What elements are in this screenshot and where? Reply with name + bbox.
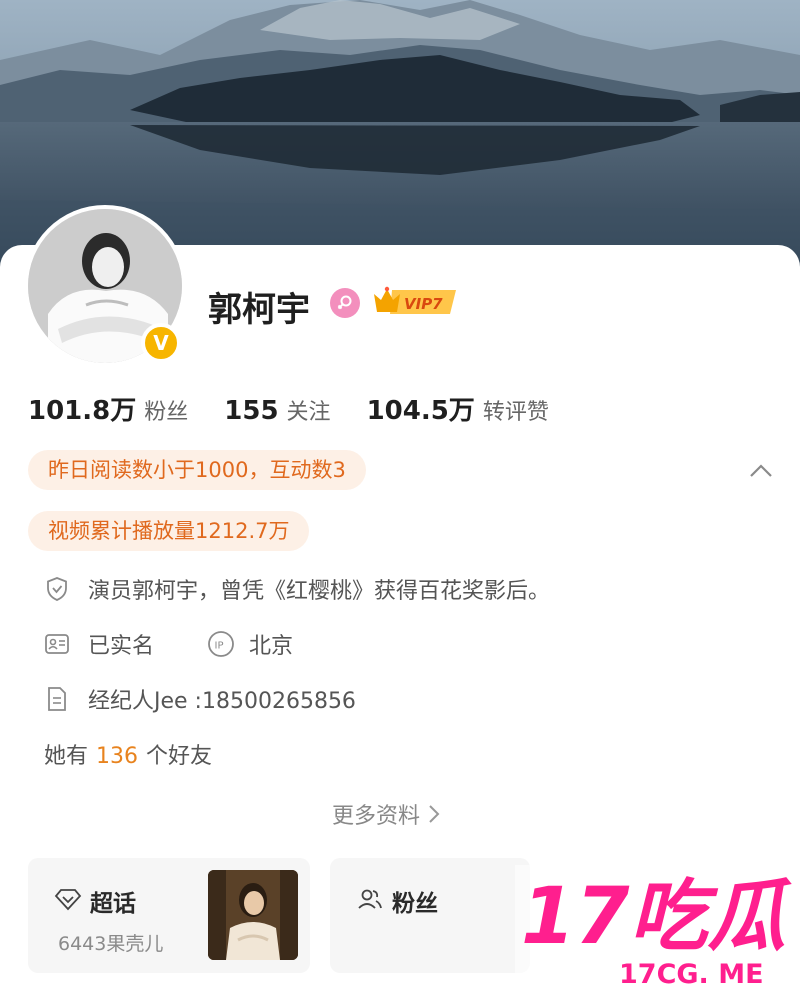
more-info-button[interactable]: 更多资料 [332,798,440,830]
fans-group-title: 粉丝 [392,891,438,917]
super-topic-thumbnail[interactable] [208,870,298,960]
friends-row[interactable]: 她有 136 个好友 [44,738,212,770]
chevron-right-icon [429,805,440,823]
watermark-url: 17CG. ME [619,959,764,990]
ip-location-text: 北京 [249,634,294,659]
profile-name: 郭柯宇 [208,290,310,330]
chevron-up-icon[interactable] [746,456,776,486]
video-stats-pill[interactable]: 视频累计播放量1212.7万 [28,511,310,551]
watermark: 17吃瓜 17CG. ME [515,865,800,995]
super-topic-tile[interactable]: 超话 6443果壳儿 [28,858,310,973]
watermark-brand: 17吃瓜 [521,872,793,962]
fans-group-tile[interactable]: 粉丝 [330,858,530,973]
friends-count[interactable]: 136 [96,744,138,769]
ip-location-row: IP 北京 [207,628,293,660]
verification-row: 演员郭柯宇，曾凭《红樱桃》获得百花奖影后。 [44,573,550,605]
vip-badge[interactable]: VIP7 [370,284,460,318]
agent-row: 经纪人Jee :18500265856 [44,683,356,715]
agent-text: 经纪人Jee :18500265856 [88,689,356,714]
verification-text: 演员郭柯宇，曾凭《红樱桃》获得百花奖影后。 [88,579,551,604]
following-count[interactable]: 155 [224,396,278,426]
stats-bar: 101.8万 粉丝 155 关注 104.5万 转评赞 [28,390,585,427]
female-icon [330,288,360,318]
document-icon [44,686,70,712]
more-info-label: 更多资料 [332,804,421,829]
super-topic-title: 超话 [90,891,136,917]
followers-label[interactable]: 粉丝 [144,394,188,426]
svg-text:IP: IP [215,641,224,652]
shield-check-icon [44,576,70,602]
real-name-row: 已实名 [44,628,154,660]
super-topic-subtitle: 6443果壳儿 [58,933,164,955]
friends-suffix: 个好友 [146,744,213,769]
people-icon [356,887,384,915]
diamond-icon [54,887,82,915]
engagement-label[interactable]: 转评赞 [483,394,549,426]
engagement-count[interactable]: 104.5万 [367,390,475,427]
following-label[interactable]: 关注 [287,394,331,426]
real-name-text: 已实名 [88,634,155,659]
id-card-icon [44,631,70,657]
verified-badge: V [141,323,181,363]
vip-label: VIP7 [404,295,443,313]
followers-count[interactable]: 101.8万 [28,390,136,427]
friends-prefix: 她有 [44,744,89,769]
reading-stats-pill[interactable]: 昨日阅读数小于1000，互动数3 [28,450,366,490]
ip-icon: IP [207,630,235,658]
